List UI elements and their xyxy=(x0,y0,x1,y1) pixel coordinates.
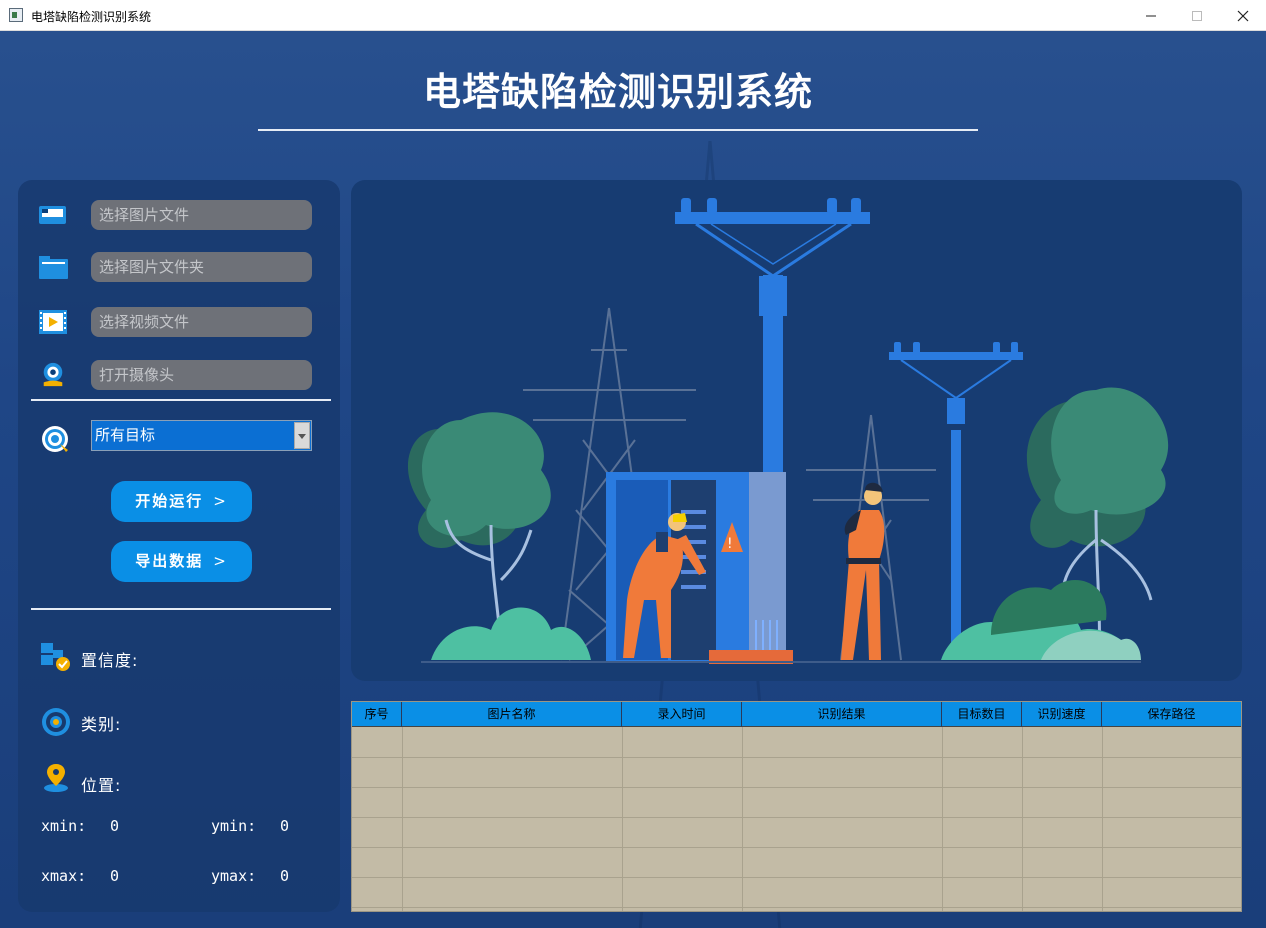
xmax-label: xmax: xyxy=(41,867,87,885)
location-pin-icon xyxy=(44,764,68,792)
table-column-divider xyxy=(1022,727,1023,911)
maximize-icon xyxy=(1192,10,1202,21)
start-run-button[interactable]: 开始运行 > xyxy=(111,481,252,522)
close-button[interactable] xyxy=(1220,0,1266,31)
window-titlebar: 电塔缺陷检测识别系统 xyxy=(0,0,1266,31)
source-row-video: 选择视频文件 xyxy=(18,307,340,339)
table-column-divider xyxy=(402,727,403,911)
table-row xyxy=(352,817,1241,818)
xmin-value: 0 xyxy=(110,817,120,835)
divider xyxy=(31,608,331,610)
column-header-speed[interactable]: 识别速度 xyxy=(1022,702,1102,727)
ymin-value: 0 xyxy=(280,817,290,835)
table-row xyxy=(352,907,1241,908)
export-data-button[interactable]: 导出数据 > xyxy=(111,541,252,582)
xmin-label: xmin: xyxy=(41,817,87,835)
divider xyxy=(31,399,331,401)
minimize-button[interactable] xyxy=(1128,0,1174,31)
column-header-save-path[interactable]: 保存路径 xyxy=(1102,702,1241,727)
target-icon xyxy=(42,426,68,452)
folder-icon xyxy=(39,256,68,279)
column-header-result[interactable]: 识别结果 xyxy=(742,702,942,727)
column-header-index[interactable]: 序号 xyxy=(352,702,402,727)
source-row-camera: 打开摄像头 xyxy=(18,360,340,392)
confidence-label: 置信度: xyxy=(81,651,139,670)
column-header-target-count[interactable]: 目标数目 xyxy=(942,702,1022,727)
ymin-label: ymin: xyxy=(211,817,257,835)
chevron-right-icon: > xyxy=(213,492,228,510)
table-row xyxy=(352,787,1241,788)
start-run-label: 开始运行 xyxy=(135,492,204,510)
source-row-folder: 选择图片文件夹 xyxy=(18,252,340,284)
target-select-value: 所有目标 xyxy=(95,426,156,444)
table-column-divider xyxy=(1102,727,1103,911)
table-header: 序号 图片名称 录入时间 识别结果 目标数目 识别速度 保存路径 xyxy=(352,702,1241,727)
app-main: 电塔缺陷检测识别系统 选择图片文件 选择图片文件夹 选择视频文件 打开摄像头 所… xyxy=(0,31,1266,928)
column-header-image-name[interactable]: 图片名称 xyxy=(402,702,622,727)
camera-icon xyxy=(43,362,63,387)
table-row xyxy=(352,877,1241,878)
video-file-icon xyxy=(39,310,67,334)
dropdown-arrow-icon[interactable] xyxy=(294,422,310,449)
power-tower-illustration: ! xyxy=(407,198,1169,664)
class-icon xyxy=(42,708,70,736)
close-icon xyxy=(1237,10,1249,21)
svg-text:!: ! xyxy=(727,536,733,552)
ymax-value: 0 xyxy=(280,867,290,885)
column-header-entry-time[interactable]: 录入时间 xyxy=(622,702,742,727)
video-file-input[interactable]: 选择视频文件 xyxy=(91,307,312,337)
window-title: 电塔缺陷检测识别系统 xyxy=(31,10,152,24)
source-row-image: 选择图片文件 xyxy=(18,200,340,232)
minimize-icon xyxy=(1146,15,1156,16)
app-icon xyxy=(9,8,23,22)
target-select[interactable]: 所有目标 xyxy=(91,420,312,451)
image-file-icon xyxy=(39,206,66,224)
xmax-value: 0 xyxy=(110,867,120,885)
image-display-panel: ! xyxy=(351,180,1242,681)
control-panel: 选择图片文件 选择图片文件夹 选择视频文件 打开摄像头 所有目标 开始运行 > … xyxy=(18,180,340,912)
maximize-button[interactable] xyxy=(1174,0,1220,31)
class-label: 类别: xyxy=(81,715,122,734)
export-data-label: 导出数据 xyxy=(135,552,204,570)
results-table[interactable]: 序号 图片名称 录入时间 识别结果 目标数目 识别速度 保存路径 xyxy=(351,701,1242,912)
table-column-divider xyxy=(622,727,623,911)
image-file-input[interactable]: 选择图片文件 xyxy=(91,200,312,230)
ymax-label: ymax: xyxy=(211,867,257,885)
table-row xyxy=(352,847,1241,848)
table-column-divider xyxy=(942,727,943,911)
confidence-icon xyxy=(41,643,70,671)
position-label: 位置: xyxy=(81,776,122,795)
camera-input[interactable]: 打开摄像头 xyxy=(91,360,312,390)
page-title: 电塔缺陷检测识别系统 xyxy=(422,70,813,114)
table-row xyxy=(352,757,1241,758)
image-folder-input[interactable]: 选择图片文件夹 xyxy=(91,252,312,282)
chevron-right-icon: > xyxy=(213,552,228,570)
table-column-divider xyxy=(742,727,743,911)
title-underline xyxy=(258,129,978,131)
